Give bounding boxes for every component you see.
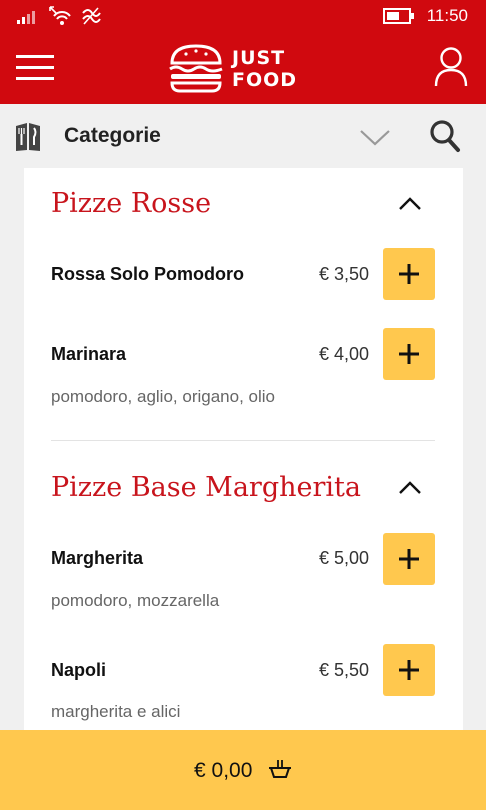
category-dropdown-button[interactable]	[358, 126, 392, 148]
wifi-icon	[49, 6, 71, 25]
plus-icon	[399, 549, 419, 569]
add-item-button[interactable]	[383, 248, 435, 300]
menu-item-name: Margherita	[51, 548, 144, 568]
plus-icon	[399, 344, 419, 364]
menu-item-description: pomodoro, aglio, origano, olio	[51, 387, 275, 406]
plus-icon	[399, 264, 419, 284]
menu-item-price: € 5,00	[318, 548, 369, 568]
category-label: Categorie	[64, 124, 161, 147]
status-time: 11:50	[426, 6, 468, 25]
search-icon	[430, 120, 460, 152]
category-bar: Categorie	[0, 104, 486, 168]
signal-icon	[17, 11, 35, 24]
collapse-section-button[interactable]	[394, 476, 426, 500]
logo-text-food: FOOD	[232, 69, 298, 91]
burger-logo-icon	[169, 44, 223, 93]
add-item-button[interactable]	[383, 644, 435, 696]
menu-item-price: € 3,50	[318, 264, 369, 284]
menu-card: Pizze Rosse Rossa Solo Pomodoro € 3,50 M…	[24, 168, 463, 768]
logo-text-just: JUST	[232, 47, 286, 69]
section-title-pizze-base-margherita: Pizze Base Margherita	[51, 472, 361, 503]
restaurant-menu-icon	[16, 123, 40, 151]
data-icon	[82, 7, 101, 25]
cart-total: € 0,00	[194, 759, 253, 782]
user-account-button[interactable]	[434, 46, 468, 88]
chevron-up-icon	[399, 197, 421, 210]
menu-item-description: pomodoro, mozzarella	[51, 591, 220, 610]
user-icon	[434, 47, 468, 87]
battery-icon	[383, 8, 414, 24]
search-button[interactable]	[428, 118, 462, 154]
chevron-down-icon	[360, 130, 390, 146]
shopping-basket-icon	[269, 760, 291, 778]
add-item-button[interactable]	[383, 533, 435, 585]
collapse-section-button[interactable]	[394, 192, 426, 216]
menu-item-description: margherita e alici	[51, 702, 181, 721]
menu-item-price: € 5,50	[318, 660, 369, 680]
menu-item-name: Napoli	[51, 660, 107, 680]
add-item-button[interactable]	[383, 328, 435, 380]
hamburger-menu-icon	[16, 55, 54, 80]
hamburger-menu-button[interactable]	[16, 54, 54, 82]
menu-item-price: € 4,00	[318, 344, 369, 364]
menu-item-name: Marinara	[51, 344, 127, 364]
chevron-up-icon	[399, 481, 421, 494]
status-bar: 11:50	[0, 0, 486, 32]
cart-bar[interactable]: € 0,00	[0, 730, 486, 810]
just-food-logo: JUST FOOD	[168, 40, 300, 96]
plus-icon	[399, 660, 419, 680]
section-title-pizze-rosse: Pizze Rosse	[51, 188, 212, 219]
app-bar: JUST FOOD	[0, 32, 486, 104]
section-divider	[51, 440, 435, 441]
menu-item-name: Rossa Solo Pomodoro	[51, 264, 245, 284]
